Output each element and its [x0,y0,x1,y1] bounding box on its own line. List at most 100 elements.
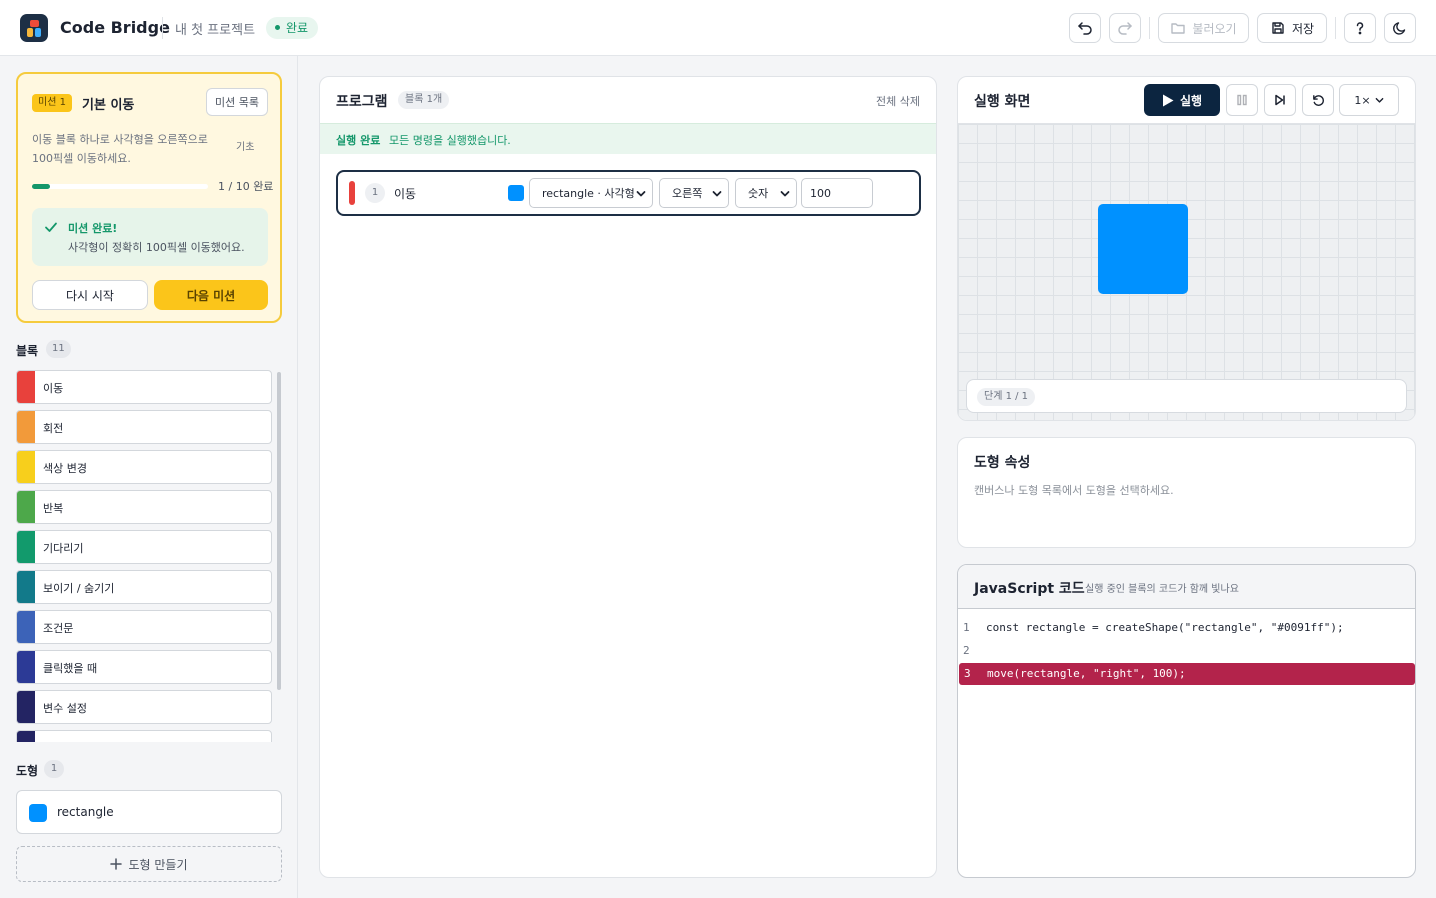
shape-color-swatch [29,804,47,822]
block-palette: 이동회전색상 변경반복기다리기보이기 / 숨기기조건문클릭했을 때변수 설정변수… [16,370,272,742]
block-palette-label: 변수 바꾸기 [43,740,97,742]
project-name[interactable]: 내 첫 프로젝트 [175,19,255,38]
restart-button[interactable]: 다시 시작 [32,280,148,310]
reset-button[interactable] [1302,84,1334,116]
line-code: move(rectangle, "right", 100); [987,667,1186,680]
mission-description: 이동 블록 하나로 사각형을 오른쪽으로 100픽셀 이동하세요. [32,133,208,165]
code-title: JavaScript 코드 [974,581,1085,597]
save-label: 저장 [1291,21,1315,36]
block-color-stripe [17,571,35,603]
reset-icon [1312,94,1324,106]
load-button[interactable]: 불러오기 [1158,13,1249,43]
mission-list-button[interactable]: 미션 목록 [206,88,268,116]
block-palette-label: 조건문 [43,622,74,635]
block-palette-item[interactable]: 기다리기 [16,530,272,564]
code-subtitle: 실행 중인 블록의 코드가 함께 빛나요 [1085,584,1239,595]
block-index: 1 [365,183,385,203]
new-shape-button[interactable]: 도형 만들기 [16,846,282,882]
block-palette-item[interactable]: 조건문 [16,610,272,644]
code-line-highlighted: 3 move(rectangle, "right", 100); [959,663,1415,685]
line-number: 1 [963,621,970,634]
step-forward-button[interactable] [1264,84,1296,116]
code-panel: JavaScript 코드 실행 중인 블록의 코드가 함께 빛나요 1 con… [957,564,1416,878]
app-logo [20,14,48,42]
block-palette-item[interactable]: 이동 [16,370,272,404]
chevron-down-icon [636,191,646,197]
pause-icon [1237,94,1247,106]
target-select-value: rectangle · 사각형 [542,187,635,200]
line-code: const rectangle = createShape("rectangle… [986,621,1344,634]
clear-all-button[interactable]: 전체 삭제 [876,93,920,109]
block-palette-label: 보이기 / 숨기기 [43,582,115,595]
block-palette-item[interactable]: 회전 [16,410,272,444]
value-type-select[interactable]: 숫자 [735,178,797,208]
success-title: 미션 완료! [68,222,118,235]
save-icon [1272,22,1284,34]
left-sidebar: 미션 1 기본 이동 미션 목록 이동 블록 하나로 사각형을 오른쪽으로 10… [0,56,298,898]
rectangle-shape[interactable] [1098,204,1188,294]
block-palette-label: 이동 [43,382,64,395]
status-text: 모든 명령을 실행했습니다. [389,134,511,147]
code-line: 1 const rectangle = createShape("rectang… [958,617,1415,639]
divider [1335,17,1336,39]
help-icon [1356,22,1364,35]
program-panel: 프로그램 블록 1개 전체 삭제 실행 완료 모든 명령을 실행했습니다. 1 … [319,76,937,878]
direction-select[interactable]: 오른쪽 [659,178,729,208]
block-color-stripe [17,491,35,523]
line-number: 2 [963,644,970,657]
run-button[interactable]: 실행 [1144,84,1220,116]
block-palette-item[interactable]: 클릭했을 때 [16,650,272,684]
step-forward-icon [1275,94,1285,106]
run-panel-title: 실행 화면 [974,94,1031,110]
new-shape-label: 도형 만들기 [128,857,188,872]
save-button[interactable]: 저장 [1257,13,1327,43]
redo-button[interactable] [1109,13,1141,43]
theme-toggle-button[interactable] [1384,13,1416,43]
run-panel: 실행 화면 실행 1× 단계 1 / 1 [957,76,1416,421]
target-select[interactable]: rectangle · 사각형 [529,178,653,208]
moon-icon [1393,22,1406,35]
canvas-stage[interactable]: 단계 1 / 1 [958,123,1415,420]
mission-success-box: 미션 완료! 사각형이 정확히 100픽셀 이동했어요. [32,208,268,266]
success-text: 사각형이 정확히 100픽셀 이동했어요. [68,241,245,254]
block-palette-item[interactable]: 보이기 / 숨기기 [16,570,272,604]
properties-title: 도형 속성 [974,455,1031,471]
block-palette-label: 변수 설정 [43,702,87,715]
block-palette-label: 색상 변경 [43,462,87,475]
block-color-stripe [17,451,35,483]
speed-value: 1× [1354,93,1371,107]
block-palette-item[interactable]: 색상 변경 [16,450,272,484]
chevron-down-icon [1375,97,1383,103]
shape-item[interactable]: rectangle [16,790,282,834]
block-color-stripe [17,411,35,443]
play-icon [1162,94,1174,106]
mission-badge: 미션 1 [32,94,72,112]
command-block[interactable]: 1 이동 rectangle · 사각형 오른쪽 숫자 100 [336,170,921,216]
chevron-down-icon [780,191,790,197]
status-title: 실행 완료 [336,134,381,147]
chevron-down-icon [712,191,722,197]
block-palette-item[interactable]: 반복 [16,490,272,524]
block-palette-scrollbar[interactable] [277,372,281,690]
program-status-bar: 실행 완료 모든 명령을 실행했습니다. [320,123,936,154]
block-palette-item[interactable]: 변수 설정 [16,690,272,724]
mission-progress-bar [32,184,208,189]
block-palette-item[interactable]: 변수 바꾸기 [16,730,272,742]
block-name: 이동 [394,187,417,201]
mission-level: 기초 [236,142,255,153]
target-color-swatch [508,185,524,201]
shape-properties-panel: 도형 속성 캔버스나 도형 목록에서 도형을 선택하세요. [957,437,1416,548]
pause-button[interactable] [1226,84,1258,116]
help-button[interactable] [1344,13,1376,43]
redo-icon [1118,22,1132,35]
next-mission-button[interactable]: 다음 미션 [154,280,268,310]
line-number: 3 [964,667,971,680]
speed-select[interactable]: 1× [1339,84,1399,116]
folder-icon [1171,23,1186,34]
block-palette-label: 클릭했을 때 [43,662,98,675]
shape-name: rectangle [57,805,114,819]
undo-button[interactable] [1069,13,1101,43]
properties-hint: 캔버스나 도형 목록에서 도형을 선택하세요. [974,484,1174,497]
value-input[interactable]: 100 [801,178,873,208]
load-label: 불러오기 [1192,21,1237,36]
